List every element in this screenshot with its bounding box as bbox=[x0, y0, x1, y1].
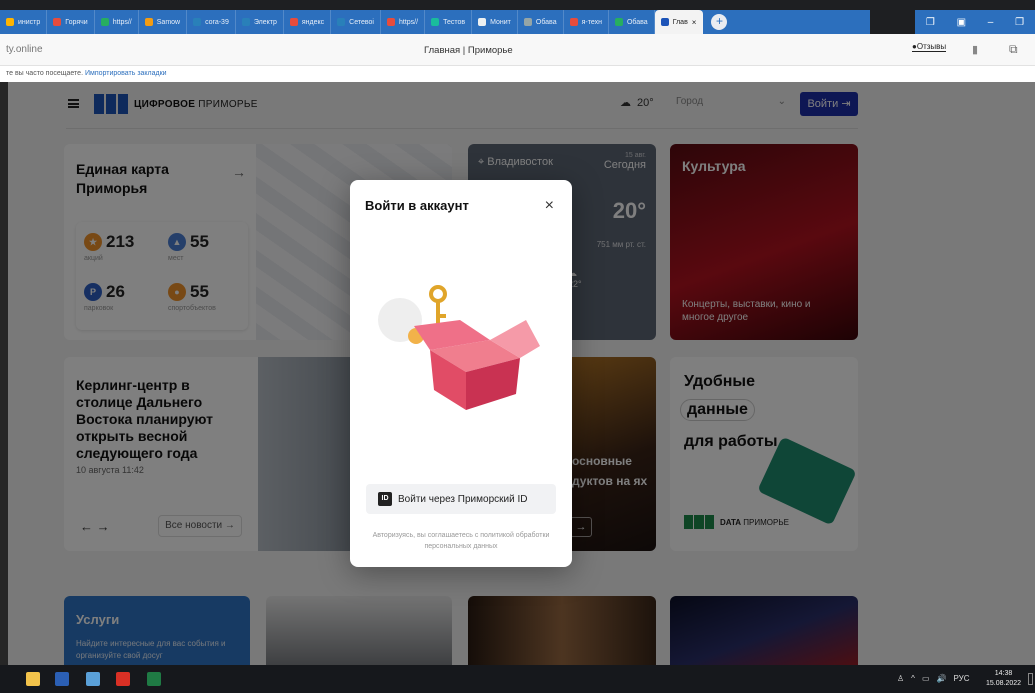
browser-tab[interactable]: Обава bbox=[518, 10, 564, 34]
tab-favicon-icon bbox=[569, 18, 578, 26]
bookmarks-hint: те вы часто посещаете. bbox=[6, 70, 85, 77]
pdf-icon[interactable] bbox=[116, 672, 130, 686]
primorsky-id-login-button[interactable]: ID Войти через Приморский ID bbox=[366, 484, 556, 514]
tab-favicon-icon bbox=[53, 18, 62, 26]
tab-label: Монит bbox=[490, 18, 511, 26]
feedback-link[interactable]: ●Отзывы bbox=[912, 42, 947, 52]
browser-tab[interactable]: https// bbox=[381, 10, 426, 34]
browser-tab[interactable]: инистр bbox=[0, 10, 48, 34]
file-explorer-icon[interactable] bbox=[26, 672, 40, 686]
language-indicator[interactable]: РУС bbox=[953, 674, 969, 683]
tab-favicon-icon bbox=[144, 18, 153, 26]
tab-label: Горячи bbox=[65, 18, 88, 26]
active-tab-favicon-icon bbox=[660, 18, 669, 26]
address-bar: ty.online Главная | Приморье ●Отзывы ▮ ⧉ bbox=[0, 34, 1035, 66]
excel-icon[interactable] bbox=[147, 672, 161, 686]
id-button-label: Войти через Приморский ID bbox=[398, 493, 528, 505]
person-icon[interactable]: ♙ bbox=[897, 674, 904, 683]
tab-label: я-техн bbox=[581, 18, 602, 26]
browser-tab[interactable]: Обава bbox=[609, 10, 655, 34]
tab-favicon-icon bbox=[431, 18, 440, 26]
browser-tab[interactable]: Сетевоі bbox=[331, 10, 381, 34]
new-tab-button[interactable]: + bbox=[711, 14, 728, 30]
bookmark-icon[interactable]: ▮ bbox=[972, 43, 978, 56]
feedback-label: Отзывы bbox=[916, 42, 947, 51]
volume-icon[interactable]: 🔊 bbox=[937, 674, 947, 683]
login-modal: Войти в аккаунт × ID Войти через Приморс… bbox=[350, 180, 572, 567]
word-icon[interactable] bbox=[55, 672, 69, 686]
tab-favicon-icon bbox=[6, 18, 14, 26]
tab-label: https// bbox=[112, 18, 132, 26]
clock[interactable]: 14:38 15.08.2022 bbox=[986, 669, 1021, 689]
tab-label: Обава bbox=[535, 18, 557, 26]
app-icon[interactable] bbox=[86, 672, 100, 686]
browser-tab[interactable]: cora-39 bbox=[187, 10, 236, 34]
browser-tab[interactable]: яндекс bbox=[284, 10, 332, 34]
close-icon[interactable]: × bbox=[545, 198, 554, 214]
tab-favicon-icon bbox=[614, 18, 623, 26]
browser-tab[interactable]: Тестов bbox=[425, 10, 473, 34]
tab-label: Samow bbox=[156, 18, 181, 26]
key-icon bbox=[429, 285, 447, 326]
browser-tab[interactable]: я-техн bbox=[564, 10, 609, 34]
bookmarks-bar: те вы часто посещаете. Импортировать зак… bbox=[0, 66, 1035, 82]
tab-favicon-icon bbox=[337, 18, 346, 26]
tab-label: https// bbox=[398, 18, 419, 26]
extensions-icon[interactable]: ⧉ bbox=[1009, 42, 1018, 57]
tab-label: инистр bbox=[18, 18, 41, 26]
browser-tab[interactable]: Электр bbox=[236, 10, 284, 34]
active-tab[interactable]: Глав × bbox=[654, 10, 704, 34]
desktop-edge bbox=[0, 82, 8, 665]
tab-label: Сетевоі bbox=[349, 18, 374, 26]
taskbar: ♙ ^ ▭ 🔊 РУС 14:38 15.08.2022 bbox=[0, 665, 1035, 693]
restore-icon[interactable]: ❐ bbox=[1015, 17, 1024, 28]
system-tray: ♙ ^ ▭ 🔊 РУС bbox=[897, 674, 970, 683]
tab-label: Электр bbox=[253, 18, 277, 26]
tab-favicon-icon bbox=[289, 18, 298, 26]
notification-icon[interactable] bbox=[1028, 673, 1033, 685]
tab-actions-icon[interactable]: ❐ bbox=[926, 17, 935, 28]
browser-tab[interactable]: Samow bbox=[139, 10, 188, 34]
tab-favicon-icon bbox=[241, 18, 250, 26]
window-controls: ❐ ▣ – ❐ bbox=[915, 10, 1035, 34]
browser-page-title: Главная | Приморье bbox=[424, 45, 513, 56]
network-icon[interactable]: ▭ bbox=[922, 674, 930, 683]
modal-title: Войти в аккаунт bbox=[365, 198, 469, 213]
tab-favicon-icon bbox=[100, 18, 109, 26]
tab-label: Обава bbox=[626, 18, 648, 26]
tab-favicon-icon bbox=[478, 18, 487, 26]
tab-label: яндекс bbox=[301, 18, 325, 26]
active-tab-label: Глав bbox=[672, 18, 688, 26]
agreement-text: Авторизуясь, вы соглашаетесь с политикой… bbox=[372, 532, 550, 550]
url-field[interactable]: ty.online bbox=[6, 44, 43, 55]
id-badge-icon: ID bbox=[378, 492, 392, 506]
tab-close-icon[interactable]: × bbox=[692, 18, 697, 27]
browser-tab[interactable]: Горячи bbox=[47, 10, 95, 34]
tab-favicon-icon bbox=[386, 18, 395, 26]
extension-icon[interactable]: ▣ bbox=[957, 17, 966, 28]
browser-tab[interactable]: Монит bbox=[472, 10, 518, 34]
minimize-icon[interactable]: – bbox=[988, 17, 994, 28]
clock-date: 15.08.2022 bbox=[986, 680, 1022, 687]
tab-favicon-icon bbox=[193, 18, 202, 26]
clock-time: 14:38 bbox=[994, 670, 1013, 677]
import-bookmarks-link[interactable]: Импортировать закладки bbox=[85, 70, 167, 77]
tab-favicon-icon bbox=[523, 18, 532, 26]
gift-box-illustration bbox=[378, 285, 540, 410]
tab-label: Тестов bbox=[443, 18, 466, 26]
browser-tab[interactable]: https// bbox=[95, 10, 139, 34]
tab-label: cora-39 bbox=[205, 18, 229, 26]
chevron-up-icon[interactable]: ^ bbox=[911, 674, 915, 683]
browser-tab-strip: инистр Горячи https// Samow cora-39 Электр янд… bbox=[0, 10, 870, 34]
